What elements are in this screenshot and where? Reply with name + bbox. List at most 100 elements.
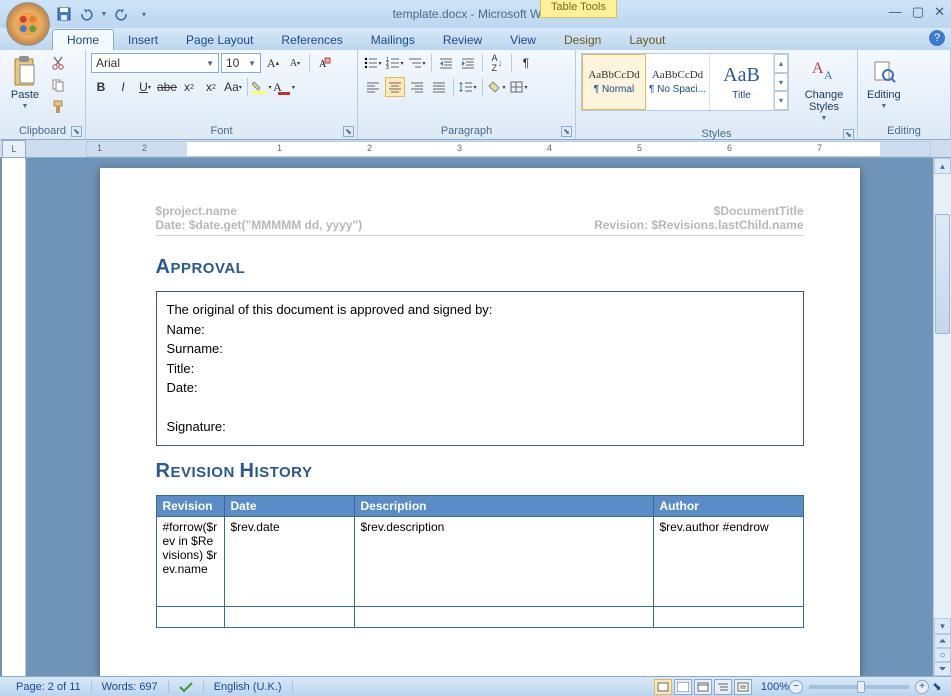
- underline-button[interactable]: U▾: [135, 77, 155, 97]
- italic-button[interactable]: I: [113, 77, 133, 97]
- status-words[interactable]: Words: 697: [92, 681, 169, 693]
- table-header-row: Revision Date Description Author: [156, 495, 803, 516]
- style-normal[interactable]: AaBbCcDd¶ Normal: [582, 54, 646, 110]
- subscript-button[interactable]: x2: [179, 77, 199, 97]
- draft-view-button[interactable]: [734, 679, 752, 695]
- copy-button[interactable]: [48, 75, 68, 95]
- highlight-button[interactable]: ▾: [252, 77, 272, 97]
- qat-dropdown-icon[interactable]: ▾: [136, 6, 152, 22]
- change-case-button[interactable]: Aa▾: [223, 77, 243, 97]
- next-page-icon[interactable]: ⏷: [934, 662, 951, 676]
- scroll-down-icon[interactable]: ▾: [934, 618, 951, 634]
- tab-layout[interactable]: Layout: [615, 30, 679, 50]
- superscript-button[interactable]: x2: [201, 77, 221, 97]
- status-proofing-icon[interactable]: [169, 681, 204, 693]
- svg-text:A: A: [824, 68, 833, 82]
- borders-button[interactable]: ▾: [509, 77, 529, 97]
- zoom-slider[interactable]: [809, 685, 909, 689]
- zoom-out-button[interactable]: −: [789, 680, 803, 694]
- line-spacing-button[interactable]: ▾: [458, 77, 478, 97]
- bold-button[interactable]: B: [91, 77, 111, 97]
- editing-button[interactable]: Editing ▼: [863, 53, 905, 112]
- paragraph-dialog-launcher[interactable]: ⬊: [561, 126, 572, 137]
- change-styles-button[interactable]: AA Change Styles ▼: [796, 53, 852, 124]
- align-right-button[interactable]: [407, 77, 427, 97]
- gallery-down-icon[interactable]: ▾: [774, 73, 788, 92]
- print-layout-view-button[interactable]: [654, 679, 672, 695]
- svg-text:3: 3: [386, 65, 389, 69]
- styles-dialog-launcher[interactable]: ⬊: [843, 129, 854, 140]
- justify-button[interactable]: [429, 77, 449, 97]
- paste-button[interactable]: Paste ▼: [5, 53, 45, 112]
- align-center-button[interactable]: [385, 77, 405, 97]
- undo-icon[interactable]: [78, 6, 94, 22]
- tab-design[interactable]: Design: [550, 30, 615, 50]
- status-resize-icon[interactable]: ⬊: [929, 680, 945, 693]
- status-page[interactable]: Page: 2 of 11: [6, 681, 92, 693]
- format-painter-button[interactable]: [48, 97, 68, 117]
- document-page: $project.name $DocumentTitle Date: $date…: [100, 168, 860, 676]
- minimize-button[interactable]: —: [889, 4, 902, 20]
- approval-heading: APPROVAL: [156, 256, 804, 279]
- bullets-button[interactable]: ▾: [363, 53, 383, 73]
- tab-insert[interactable]: Insert: [114, 30, 172, 50]
- outline-view-button[interactable]: [714, 679, 732, 695]
- header-revision: Revision: $Revisions.lastChild.name: [594, 218, 803, 232]
- gallery-more-icon[interactable]: ▾: [774, 91, 788, 110]
- scroll-thumb[interactable]: [935, 214, 950, 334]
- vertical-ruler[interactable]: [2, 158, 26, 676]
- decrease-indent-button[interactable]: [436, 53, 456, 73]
- vertical-scrollbar[interactable]: ▴ ▾ ⏶ ○ ⏷: [933, 158, 951, 676]
- web-layout-view-button[interactable]: [694, 679, 712, 695]
- close-button[interactable]: ✕: [934, 4, 945, 20]
- shading-button[interactable]: ▾: [487, 77, 507, 97]
- gallery-up-icon[interactable]: ▴: [774, 54, 788, 73]
- save-icon[interactable]: [56, 6, 72, 22]
- zoom-in-button[interactable]: +: [915, 680, 929, 694]
- tab-home[interactable]: Home: [52, 29, 114, 50]
- undo-dropdown-icon[interactable]: ▼: [100, 6, 108, 22]
- status-language[interactable]: English (U.K.): [204, 681, 293, 693]
- scroll-up-icon[interactable]: ▴: [934, 158, 951, 174]
- font-dialog-launcher[interactable]: ⬊: [343, 126, 354, 137]
- style-no-spacing[interactable]: AaBbCcDd¶ No Spaci...: [646, 54, 710, 110]
- increase-indent-button[interactable]: [458, 53, 478, 73]
- style-title[interactable]: AaBTitle: [710, 54, 774, 110]
- sort-button[interactable]: AZ↓: [487, 53, 507, 73]
- tab-mailings[interactable]: Mailings: [357, 30, 429, 50]
- revision-history-heading: REVISION HISTORY: [156, 460, 804, 483]
- show-hide-button[interactable]: ¶: [516, 53, 536, 73]
- clipboard-group-label: Clipboard: [19, 125, 66, 137]
- tab-selector[interactable]: L: [2, 140, 26, 158]
- tab-review[interactable]: Review: [429, 30, 496, 50]
- strikethrough-button[interactable]: abe: [157, 77, 177, 97]
- tab-view[interactable]: View: [496, 30, 550, 50]
- maximize-button[interactable]: ▢: [912, 4, 924, 20]
- font-color-button[interactable]: A▾: [274, 77, 294, 97]
- table-tools-tab-header: Table Tools: [540, 0, 617, 18]
- zoom-level[interactable]: 100%: [761, 681, 789, 693]
- tab-page-layout[interactable]: Page Layout: [172, 30, 267, 50]
- horizontal-ruler[interactable]: 1 2 1 2 3 4 5 6 7: [86, 141, 931, 157]
- clipboard-dialog-launcher[interactable]: ⬊: [71, 126, 82, 137]
- table-row: #forrow($rev in $Revisions) $rev.name $r…: [156, 516, 803, 606]
- font-size-combo[interactable]: 10▼: [221, 53, 261, 73]
- clear-formatting-button[interactable]: A: [314, 53, 334, 73]
- font-name-combo[interactable]: Arial▼: [91, 53, 219, 73]
- tab-references[interactable]: References: [267, 30, 356, 50]
- help-icon[interactable]: ?: [929, 30, 945, 46]
- browse-object-icon[interactable]: ○: [934, 648, 951, 662]
- numbering-button[interactable]: 123▾: [385, 53, 405, 73]
- redo-icon[interactable]: [114, 6, 130, 22]
- prev-page-icon[interactable]: ⏶: [934, 634, 951, 648]
- header-project-name: $project.name: [156, 204, 237, 218]
- cut-button[interactable]: [48, 53, 68, 73]
- shrink-font-button[interactable]: A▾: [285, 53, 305, 73]
- editing-group-label: Editing: [858, 124, 950, 139]
- office-button[interactable]: [6, 2, 50, 46]
- multilevel-list-button[interactable]: ▾: [407, 53, 427, 73]
- full-screen-view-button[interactable]: [674, 679, 692, 695]
- style-gallery[interactable]: AaBbCcDd¶ Normal AaBbCcDd¶ No Spaci... A…: [581, 53, 789, 111]
- grow-font-button[interactable]: A▴: [263, 53, 283, 73]
- align-left-button[interactable]: [363, 77, 383, 97]
